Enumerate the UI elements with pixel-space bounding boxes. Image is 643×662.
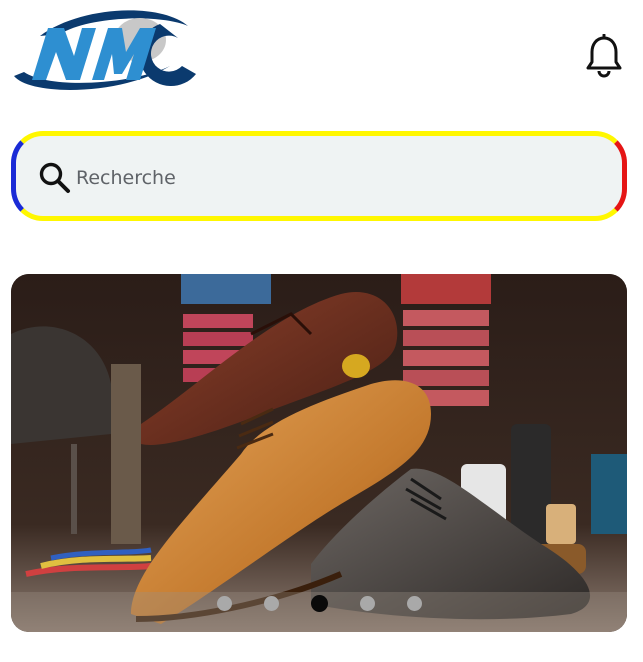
brand-logo[interactable] [10, 6, 202, 98]
carousel-dot-4[interactable] [359, 596, 375, 611]
search-bar[interactable] [11, 131, 627, 221]
bell-icon [586, 33, 622, 78]
search-icon [39, 162, 70, 193]
promo-carousel[interactable] [11, 274, 627, 632]
search-input[interactable] [74, 154, 598, 202]
carousel-indicators [11, 595, 627, 612]
notification-bell-button[interactable] [584, 33, 624, 78]
nmc-logo-graphic [14, 10, 196, 90]
carousel-dot-5[interactable] [406, 596, 422, 611]
carousel-image-shoes [11, 274, 627, 632]
carousel-dot-1[interactable] [216, 596, 232, 611]
carousel-dot-3-active[interactable] [310, 595, 328, 612]
carousel-dot-2[interactable] [263, 596, 279, 611]
